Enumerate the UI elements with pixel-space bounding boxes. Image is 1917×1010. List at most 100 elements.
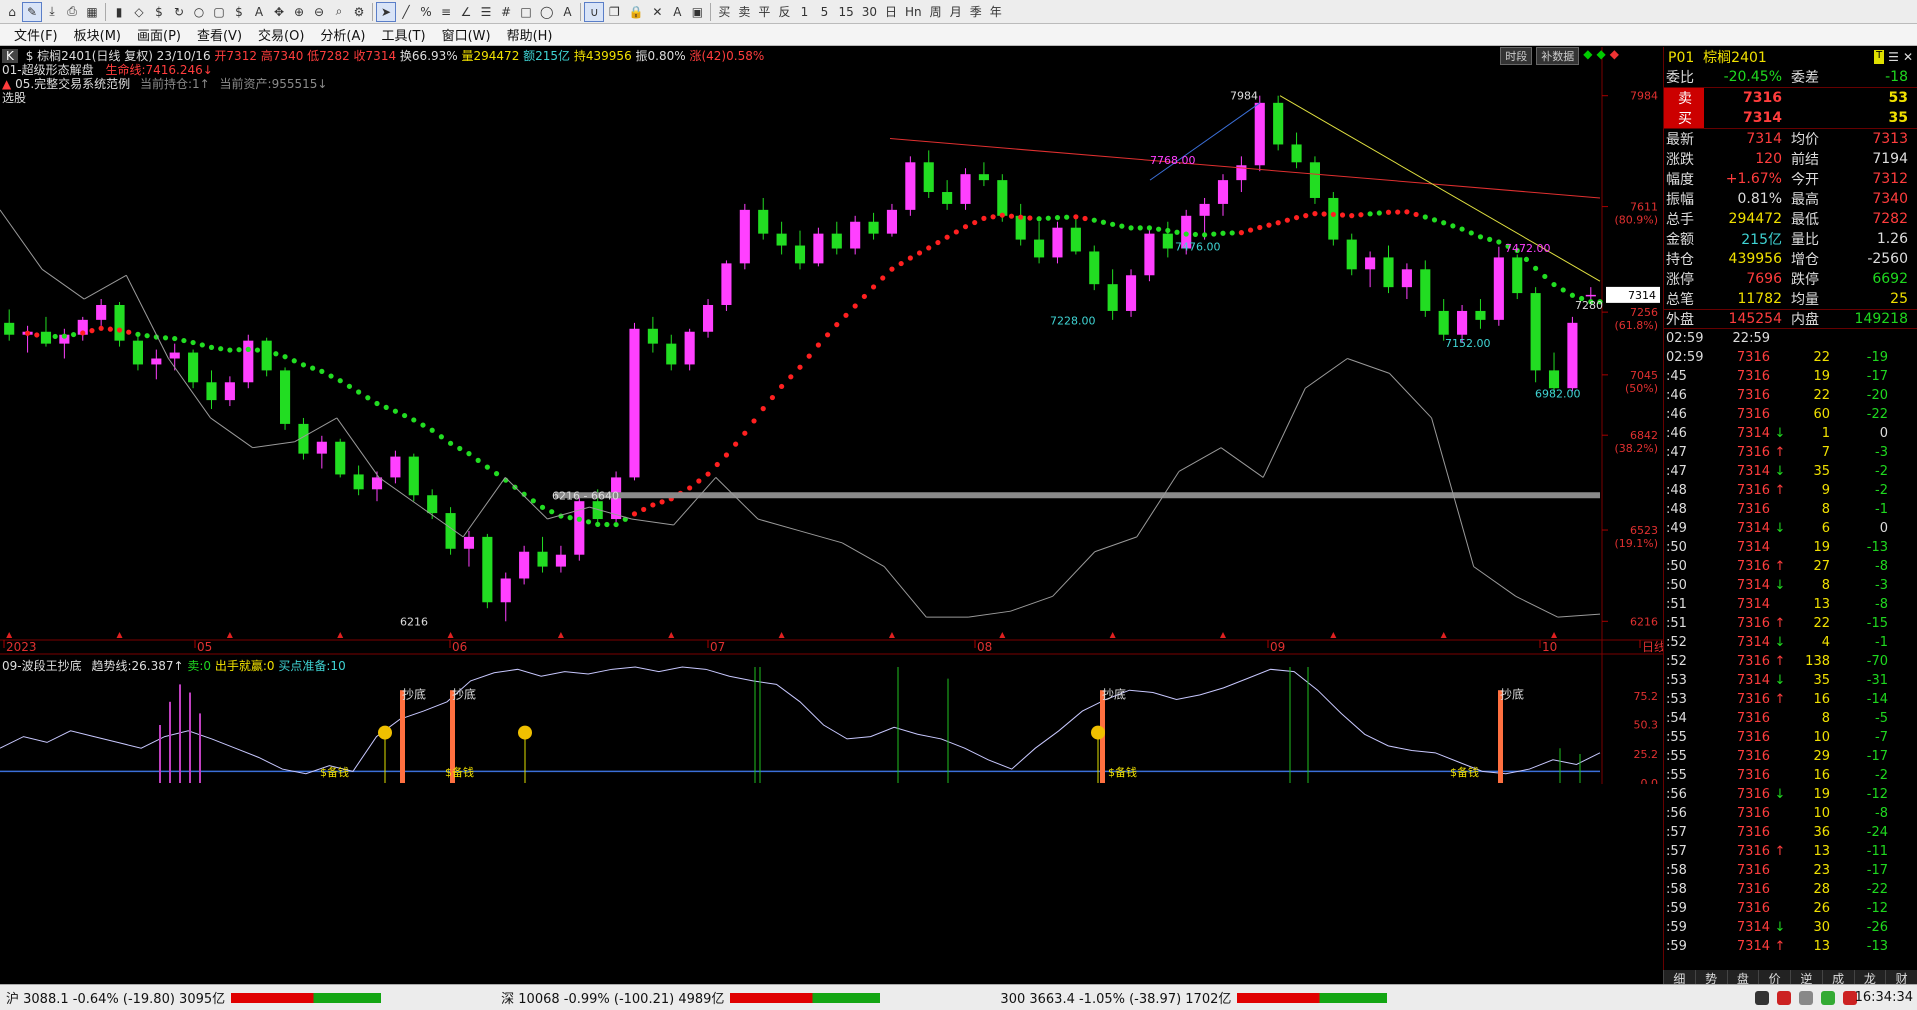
toolbar-label-9[interactable]: Hn <box>901 2 926 22</box>
grid2-icon[interactable]: # <box>496 2 516 22</box>
lifeline-dot <box>687 485 693 491</box>
toolbar-label-13[interactable]: 年 <box>986 2 1006 22</box>
save-icon[interactable]: ▣ <box>687 2 707 22</box>
lifeline-dot <box>1275 220 1281 226</box>
channel-icon[interactable]: ≡ <box>436 2 456 22</box>
menu-help[interactable]: 帮助(H) <box>499 25 561 44</box>
candle-body <box>684 331 695 365</box>
gray-indicator-line <box>1220 447 1264 478</box>
toolbar-label-8[interactable]: 日 <box>881 2 901 22</box>
futures-icon[interactable]: T <box>1874 50 1885 64</box>
magnet-icon[interactable]: ∪ <box>584 1 605 22</box>
delete-icon[interactable]: ✕ <box>647 2 667 22</box>
sub-indicator-name[interactable]: 09-波段王抄底 <box>2 659 82 673</box>
asset-value: 当前资产:955515↓ <box>219 77 328 91</box>
zoom-in-icon[interactable]: ⊕ <box>289 2 309 22</box>
ellipse-icon[interactable]: ◯ <box>536 2 557 22</box>
settings-icon[interactable]: ◆ <box>1583 47 1592 65</box>
tray-icon-1[interactable] <box>1755 990 1769 1005</box>
menu-trade[interactable]: 交易(O) <box>250 25 312 44</box>
menu-sector[interactable]: 板块(M) <box>66 25 129 44</box>
menu-window[interactable]: 窗口(W) <box>434 25 499 44</box>
cursor-icon[interactable]: ➤ <box>376 1 396 22</box>
rect-icon[interactable]: □ <box>516 2 536 22</box>
text-icon[interactable]: A <box>557 2 577 22</box>
line-icon[interactable]: ╱ <box>396 2 416 22</box>
toolbar-label-11[interactable]: 月 <box>946 2 966 22</box>
toolbar-label-10[interactable]: 周 <box>926 2 946 22</box>
draw-icon[interactable]: ✎ <box>22 1 42 22</box>
main-chart-area[interactable]: 7984 7611 7256 7045 6842 6523 6216 (80.9%) (61.8… <box>0 47 1663 784</box>
toolbar-label-2[interactable]: 平 <box>754 2 774 22</box>
toolbar-label-3[interactable]: 反 <box>774 2 794 22</box>
i300-index[interactable]: 300 3663.4 -1.05% (-38.97) 1702亿 <box>1000 988 1231 1007</box>
close-icon[interactable]: ✕ <box>1903 50 1913 64</box>
sh-index[interactable]: 沪 3088.1 -0.64% (-19.80) 3095亿 <box>6 988 225 1007</box>
copy-icon[interactable]: ❐ <box>604 2 624 22</box>
refresh-icon[interactable]: ↻ <box>169 2 189 22</box>
tray-icon-3[interactable] <box>1799 990 1813 1005</box>
tick-change: -1 <box>1875 502 1888 517</box>
list-icon[interactable]: ☰ <box>1888 50 1899 64</box>
fib-icon[interactable]: ☰ <box>476 2 496 22</box>
quote-tab[interactable]: 龙 <box>1853 970 1886 986</box>
toolbar-label-0[interactable]: 买 <box>714 2 734 22</box>
quote-tab[interactable]: 财 <box>1885 970 1917 986</box>
quote-tab[interactable]: 势 <box>1694 970 1727 986</box>
indicator-name-2[interactable]: 05.完整交易系统范例 <box>15 77 130 91</box>
tray-icon-2[interactable] <box>1777 990 1791 1005</box>
sell-row[interactable]: 卖 7316 53 <box>1664 87 1917 108</box>
search-icon[interactable]: ⌕ <box>329 2 349 22</box>
window-icon[interactable]: ▢ <box>209 2 229 22</box>
font-icon[interactable]: A <box>249 2 269 22</box>
tick-row: :46 7316 22 -20 <box>1664 386 1917 405</box>
tick-volume: 8 <box>1821 502 1830 517</box>
menu-view[interactable]: 查看(V) <box>189 25 250 44</box>
tray-icon-4[interactable] <box>1821 990 1835 1005</box>
grid-icon[interactable]: ▦ <box>82 2 102 22</box>
tick-list[interactable]: 02:59 22:59 02:59 7316 22 -19:45 7316 19 -17:46 7… <box>1664 329 1917 956</box>
menu-screen[interactable]: 画面(P) <box>129 25 189 44</box>
diamond-icon[interactable]: ◆ <box>1597 47 1606 65</box>
home-icon[interactable]: ⌂ <box>2 2 22 22</box>
print-icon[interactable]: ⎙ <box>62 2 82 22</box>
buy-label: 卖:0 <box>187 659 212 673</box>
toolbar-label-6[interactable]: 15 <box>834 2 857 22</box>
dollar-icon[interactable]: $ <box>229 2 249 22</box>
menu-analysis[interactable]: 分析(A) <box>312 25 373 44</box>
lifeline-dot <box>245 346 251 352</box>
toolbar-label-7[interactable]: 30 <box>858 2 881 22</box>
quote-tab[interactable]: 细 <box>1663 970 1695 986</box>
angle-icon[interactable]: ∠ <box>456 2 476 22</box>
expand-icon[interactable]: ◆ <box>1610 47 1619 65</box>
quote-tab[interactable]: 盘 <box>1726 970 1759 986</box>
quote-tab[interactable]: 逆 <box>1790 970 1822 986</box>
tick-volume: 10 <box>1813 730 1830 745</box>
zoom-out-icon[interactable]: ⊖ <box>309 2 329 22</box>
gear-icon[interactable]: ⚙ <box>349 2 369 22</box>
download-icon[interactable]: ⤓ <box>42 2 62 22</box>
lock-icon[interactable]: 🔒 <box>624 2 647 22</box>
lifeline-dot <box>107 326 113 332</box>
fill-data-button[interactable]: 补数据 <box>1536 47 1580 65</box>
toolbar-label-4[interactable]: 1 <box>794 2 814 22</box>
percent-icon[interactable]: % <box>416 2 436 22</box>
toolbar-label-1[interactable]: 卖 <box>734 2 754 22</box>
select-stock-label[interactable]: 选股 <box>2 91 26 105</box>
diamond-icon[interactable]: ◇ <box>129 2 149 22</box>
move-icon[interactable]: ✥ <box>269 2 289 22</box>
quote-tab[interactable]: 价 <box>1758 970 1790 986</box>
sz-index[interactable]: 深 10068 -0.99% (-100.21) 4989亿 <box>501 988 724 1007</box>
toolbar-label-5[interactable]: 5 <box>814 2 834 22</box>
toolbar-label-12[interactable]: 季 <box>966 2 986 22</box>
menu-tools[interactable]: 工具(T) <box>373 25 433 44</box>
buy-row[interactable]: 买 7314 35 <box>1664 108 1917 129</box>
price-annotation: 7472.00 <box>1505 242 1551 255</box>
bars-icon[interactable]: ▮ <box>109 2 129 22</box>
quote-tab[interactable]: 成 <box>1821 970 1854 986</box>
circle-icon[interactable]: ○ <box>189 2 209 22</box>
dollar-icon[interactable]: $ <box>149 2 169 22</box>
color-icon[interactable]: A <box>667 2 687 22</box>
period-button[interactable]: 时段 <box>1500 47 1533 65</box>
menu-file[interactable]: 文件(F) <box>6 25 66 44</box>
